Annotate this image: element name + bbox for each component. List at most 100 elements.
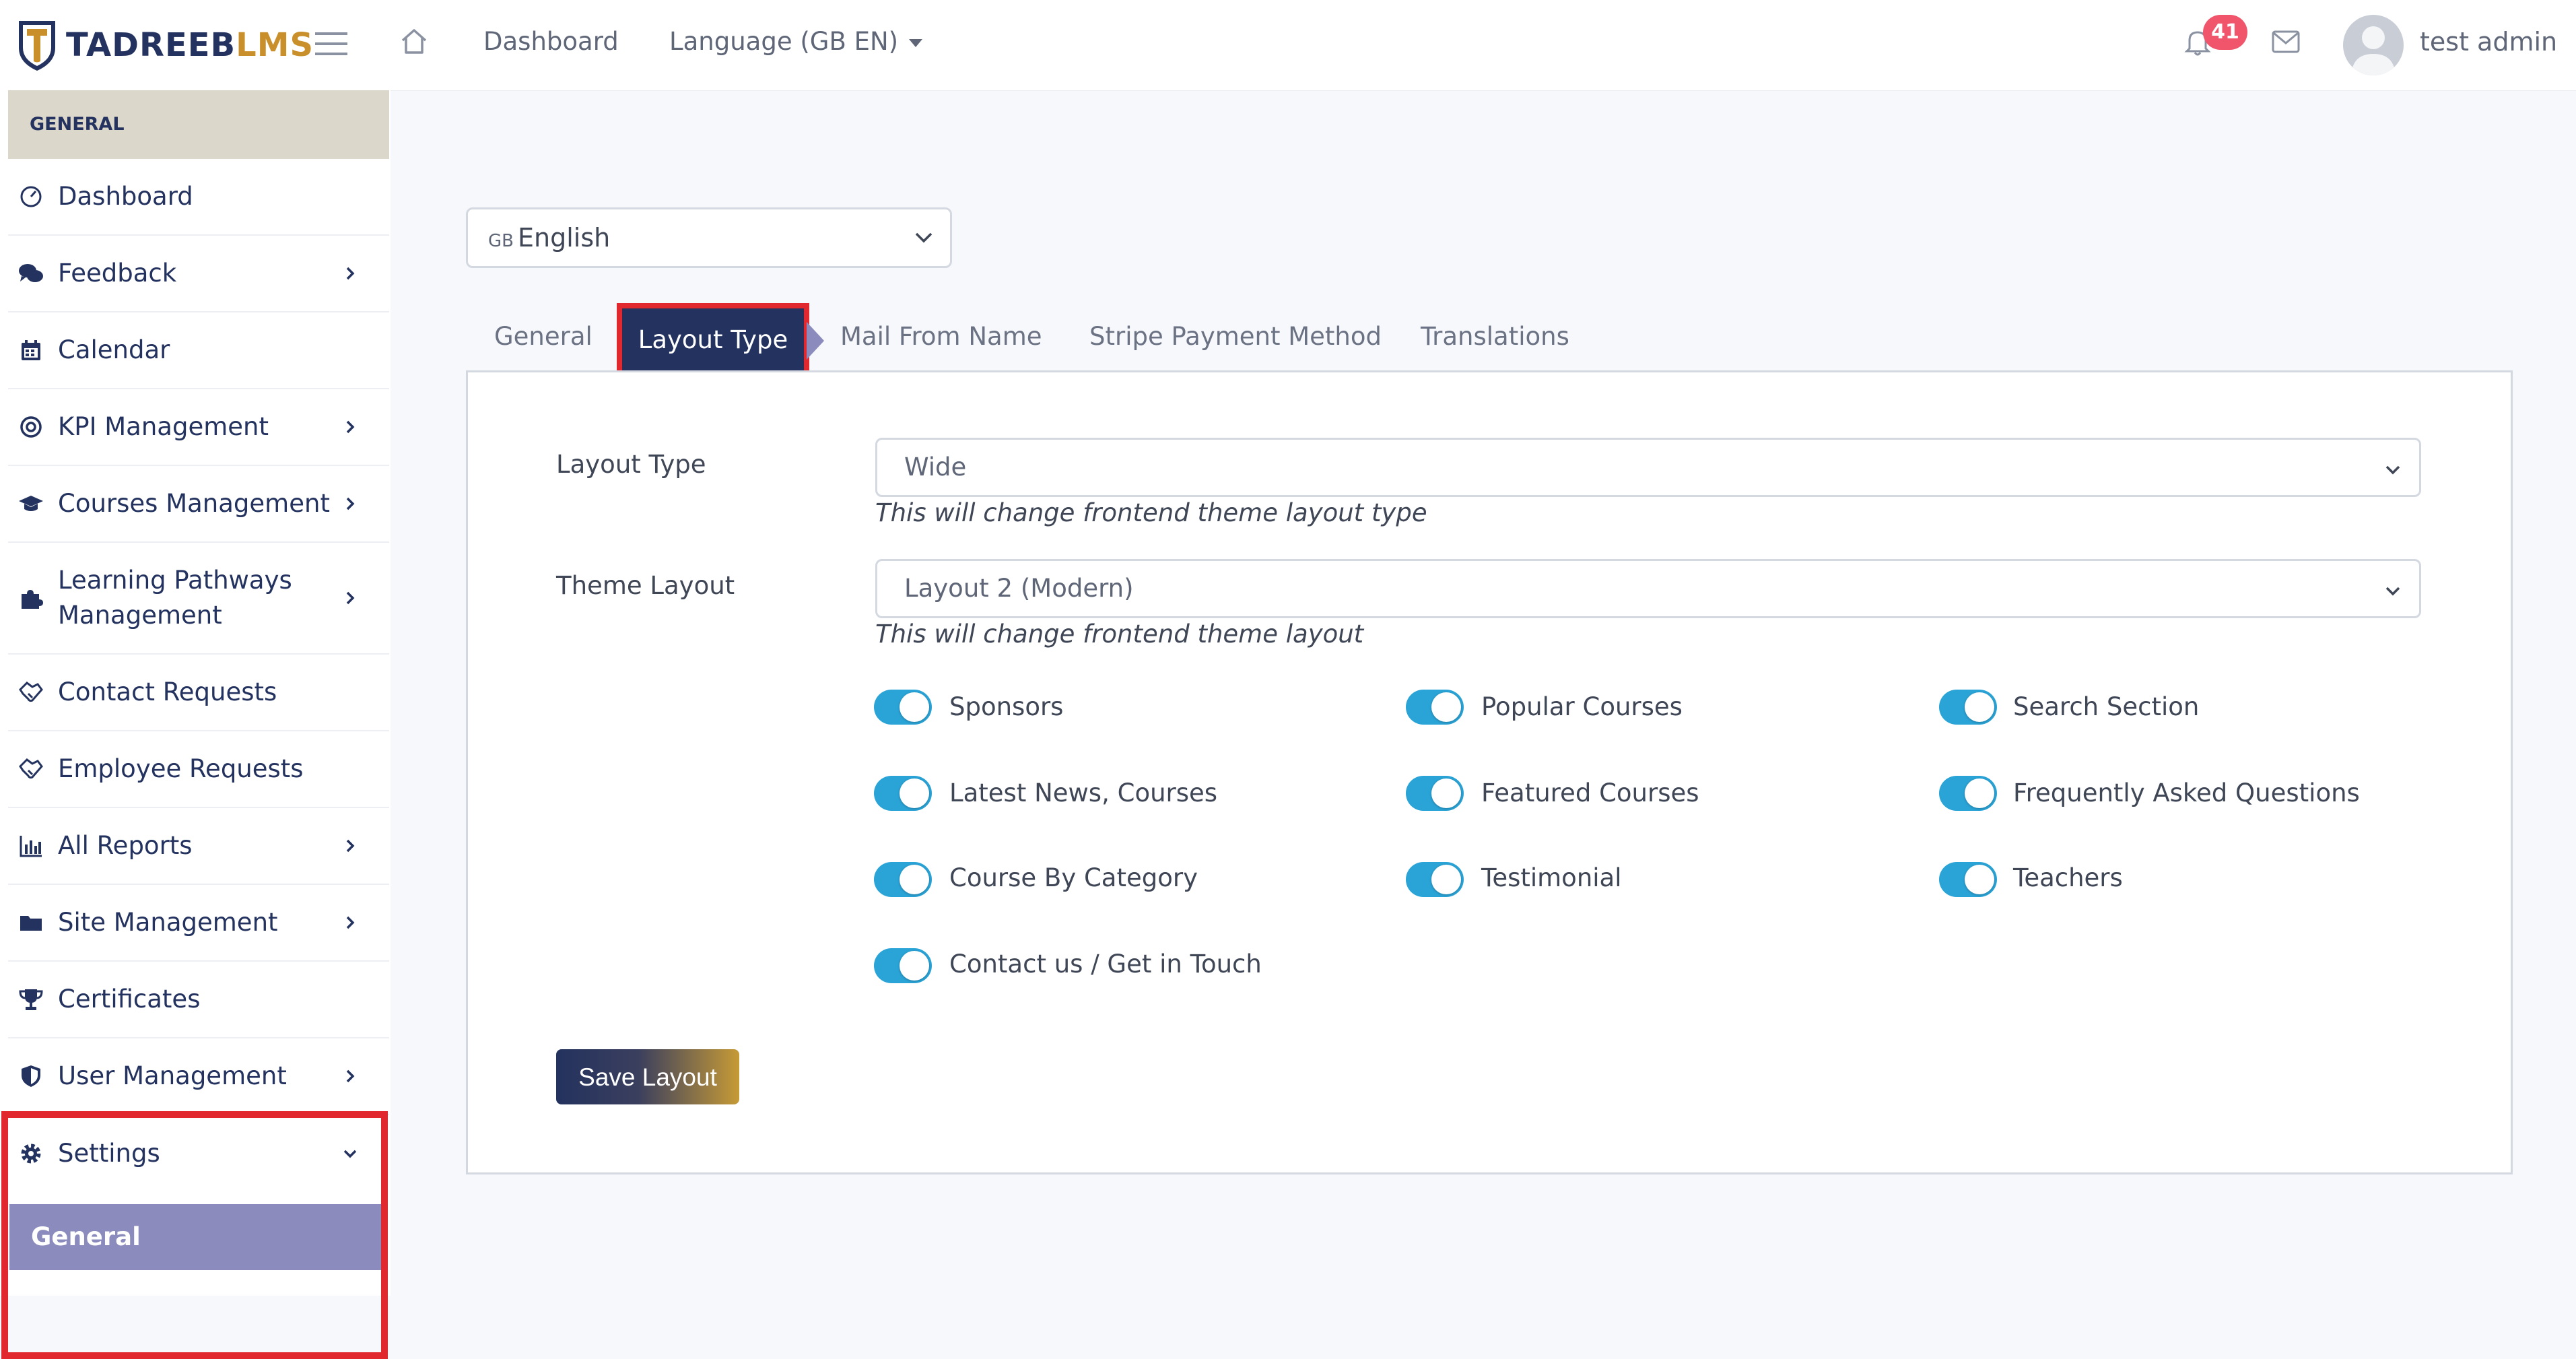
save-layout-button[interactable]: Save Layout (556, 1049, 739, 1104)
chevron-down-icon (2385, 587, 2400, 596)
folder-icon (20, 916, 42, 931)
sidebar-item-employee-requests[interactable]: Employee Requests (8, 731, 389, 808)
toggle-label-featured-courses: Featured Courses (1481, 778, 1699, 807)
sidebar-item-contact-requests[interactable]: Contact Requests (8, 655, 389, 731)
mail-icon[interactable] (2270, 28, 2301, 55)
toggle-course-by-category[interactable] (874, 862, 932, 897)
toggle-latest-news-courses[interactable] (874, 776, 932, 811)
toggle-contact-us[interactable] (874, 948, 932, 983)
toggle-testimonial[interactable] (1406, 862, 1464, 897)
theme-layout-select[interactable]: Layout 2 (Modern) (875, 559, 2421, 618)
layout-type-select[interactable]: Wide (875, 438, 2421, 497)
sidebar-item-label: Calendar (58, 335, 170, 364)
chevron-right-icon (346, 497, 355, 510)
sidebar-item-label: Learning Pathways Management (58, 566, 292, 630)
toggle-featured-courses[interactable] (1406, 776, 1464, 811)
chevron-down-icon (915, 232, 933, 243)
sidebar-item-certificates[interactable]: Certificates (8, 962, 389, 1038)
toggle-label-teachers: Teachers (2013, 863, 2123, 892)
sidebar-item-label: Feedback (58, 259, 177, 288)
home-icon[interactable] (399, 26, 430, 57)
sidebar: GENERAL Dashboard Feedback Calendar KPI … (0, 90, 391, 1359)
tab-layout-type[interactable]: Layout Type (617, 303, 809, 377)
sidebar-item-label: Courses Management (58, 489, 330, 518)
sidebar-item-label: Employee Requests (58, 754, 304, 783)
bar-chart-icon (20, 836, 42, 857)
sidebar-item-site-management[interactable]: Site Management (8, 885, 389, 962)
shield-icon (22, 1065, 40, 1087)
sidebar-item-label: Site Management (58, 908, 278, 937)
toggle-label-sponsors: Sponsors (949, 692, 1064, 721)
comments-icon (19, 264, 43, 282)
shield-logo-icon (19, 21, 55, 71)
layout-type-hint: This will change frontend theme layout t… (875, 498, 1427, 527)
layout-type-value: Wide (904, 453, 967, 482)
toggle-search-section[interactable] (1939, 690, 1997, 725)
toggle-frequently-asked-questions[interactable] (1939, 776, 1997, 811)
notification-badge: 41 (2203, 15, 2247, 50)
sidebar-item-all-reports[interactable]: All Reports (8, 808, 389, 885)
caret-down-icon (909, 38, 923, 47)
toggle-popular-courses[interactable] (1406, 690, 1464, 725)
nav-dashboard-link[interactable]: Dashboard (483, 27, 619, 56)
tab-stripe-payment-method[interactable]: Stripe Payment Method (1089, 322, 1382, 351)
sidebar-item-calendar[interactable]: Calendar (8, 312, 389, 389)
sidebar-item-user-management[interactable]: User Management (8, 1038, 389, 1115)
language-select[interactable]: GB English (466, 207, 952, 268)
sidebar-item-courses-management[interactable]: Courses Management (8, 466, 389, 543)
chevron-right-icon (346, 839, 355, 853)
sidebar-item-label: KPI Management (58, 412, 269, 441)
chevron-right-icon (346, 1069, 355, 1083)
puzzle-icon (22, 590, 43, 609)
toggle-sponsors[interactable] (874, 690, 932, 725)
sidebar-item-kpi-management[interactable]: KPI Management (8, 389, 389, 466)
tab-general[interactable]: General (494, 322, 592, 351)
target-icon (20, 416, 42, 438)
tab-mail-from-name[interactable]: Mail From Name (840, 322, 1042, 351)
user-name[interactable]: test admin (2420, 27, 2557, 57)
handshake-icon (19, 758, 43, 779)
chevron-down-icon (2385, 465, 2400, 475)
settings-highlight-box (1, 1111, 388, 1359)
sidebar-item-feedback[interactable]: Feedback (8, 236, 389, 312)
chevron-right-icon (346, 420, 355, 434)
calendar-icon (22, 340, 40, 360)
sidebar-item-label: Certificates (58, 985, 201, 1014)
language-dropdown[interactable]: Language (GB EN) (669, 27, 923, 56)
theme-layout-label: Theme Layout (556, 571, 735, 600)
sidebar-item-label: Dashboard (58, 182, 193, 211)
toggle-label-frequently-asked-questions: Frequently Asked Questions (2013, 778, 2360, 807)
tab-label: Layout Type (638, 325, 788, 354)
menu-icon[interactable] (312, 27, 350, 61)
theme-layout-hint: This will change frontend theme layout (875, 620, 1364, 649)
user-silhouette-icon (2351, 26, 2396, 75)
toggle-label-search-section: Search Section (2013, 692, 2200, 721)
trophy-icon (19, 989, 43, 1010)
chevron-right-icon (346, 591, 355, 605)
handshake-icon (19, 682, 43, 702)
toggle-label-course-by-category: Course By Category (949, 863, 1198, 892)
toggle-teachers[interactable] (1939, 862, 1997, 897)
toggle-label-testimonial: Testimonial (1481, 863, 1622, 892)
chevron-right-icon (346, 916, 355, 929)
avatar[interactable] (2343, 15, 2404, 75)
toggle-label-latest-news-courses: Latest News, Courses (949, 778, 1218, 807)
theme-layout-value: Layout 2 (Modern) (904, 574, 1134, 603)
toggle-label-contact-us: Contact us / Get in Touch (949, 950, 1262, 979)
active-tab-arrow (807, 322, 824, 360)
flag-label: GB (488, 231, 514, 251)
sidebar-item-learning-pathways-management[interactable]: Learning Pathways Management (8, 543, 389, 655)
sidebar-item-label: Contact Requests (58, 677, 277, 706)
layout-type-label: Layout Type (556, 450, 706, 479)
sidebar-item-label: All Reports (58, 831, 193, 860)
language-dropdown-label: Language (GB EN) (669, 27, 899, 56)
language-select-value: English (517, 223, 611, 253)
chevron-right-icon (346, 267, 355, 280)
toggle-label-popular-courses: Popular Courses (1481, 692, 1683, 721)
sidebar-section-title: GENERAL (8, 90, 389, 159)
brand-name: TADREEBLMS (66, 26, 314, 64)
sidebar-item-dashboard[interactable]: Dashboard (8, 159, 389, 236)
tab-translations[interactable]: Translations (1421, 322, 1569, 351)
gauge-icon (20, 186, 42, 207)
brand-logo[interactable]: TADREEBLMS (16, 15, 314, 75)
